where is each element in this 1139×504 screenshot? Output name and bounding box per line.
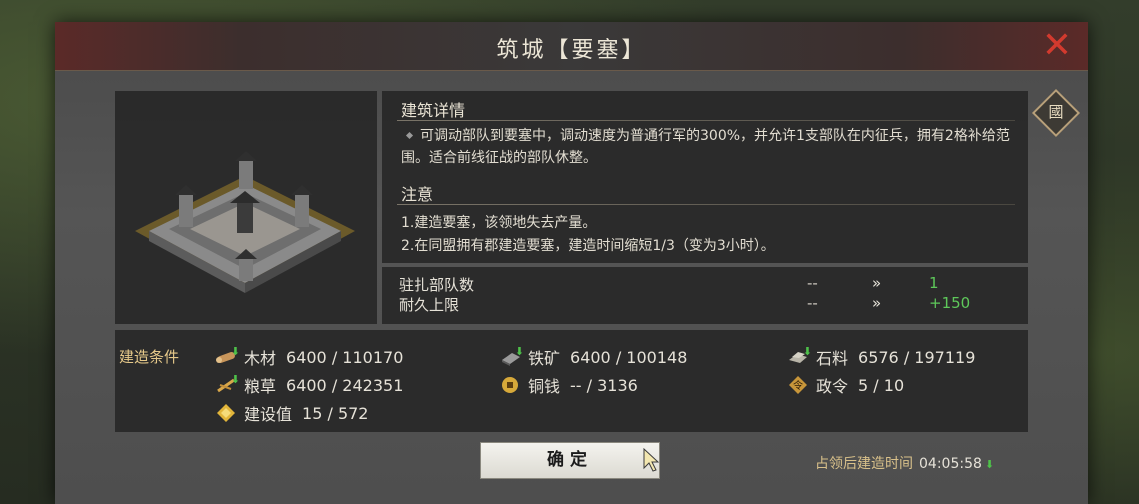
stat-row-garrison: 驻扎部队数 -- » 1 [399, 274, 1019, 294]
arrow-down-icon: ⬇ [230, 345, 240, 358]
arrow-down-icon: ⬇ [514, 345, 524, 358]
build-requirements-panel: 建造条件 ⬇ 木材 6400 / 110170 ⬇ 铁矿 6400 / 1001… [115, 330, 1028, 432]
requirement-coin: 铜钱 -- / 3136 [500, 373, 638, 397]
resource-name: 铜钱 [528, 377, 561, 396]
requirement-wood: ⬇ 木材 6400 / 110170 [216, 345, 403, 369]
resource-name: 铁矿 [528, 349, 561, 368]
requirement-decree: 令 政令 5 / 10 [788, 373, 904, 397]
resource-name: 建设值 [244, 405, 293, 424]
build-fortress-dialog: 筑城【要塞】 ✕ 建筑详情 可调动部队到要塞中，调动速度为普通行军的300%，并… [55, 22, 1088, 504]
stat-label: 驻扎部队数 [399, 276, 475, 294]
note-line-2: 2.在同盟拥有郡建造要塞，建造时间缩短1/3（变为3小时）。 [401, 238, 775, 254]
stats-panel: 驻扎部队数 -- » 1 耐久上限 -- » +150 [382, 267, 1028, 324]
stat-arrow: » [872, 274, 882, 292]
wood-icon: ⬇ [216, 345, 240, 366]
timer-label: 占领后建造时间 [815, 456, 913, 472]
requirements-title: 建造条件 [119, 348, 180, 366]
stat-new-value: +150 [929, 294, 971, 312]
close-icon[interactable]: ✕ [1040, 28, 1074, 64]
resource-value: 6400 / 242351 [286, 375, 404, 395]
requirement-stone: ⬇ 石料 6576 / 197119 [788, 345, 975, 369]
cursor-icon [643, 448, 659, 472]
resource-value: 5 / 10 [858, 375, 905, 395]
note-heading: 注意 [401, 185, 434, 204]
stat-old-value: -- [807, 274, 818, 292]
resource-name: 粮草 [244, 377, 277, 396]
svg-text:令: 令 [793, 379, 803, 392]
resource-name: 政令 [816, 377, 849, 396]
iron-icon: ⬇ [500, 345, 524, 366]
resource-name: 木材 [244, 349, 277, 368]
divider [397, 204, 1015, 205]
nation-icon: 國 [1048, 103, 1064, 121]
resource-value: 6576 / 197119 [858, 347, 976, 367]
arrow-down-icon: ⬇ [802, 345, 812, 358]
arrow-down-icon: ⬇ [984, 458, 995, 471]
requirement-grain: ⬇ 粮草 6400 / 242351 [216, 373, 403, 397]
nation-button[interactable]: 國 [1031, 88, 1081, 138]
requirement-iron: ⬇ 铁矿 6400 / 100148 [500, 345, 687, 369]
detail-text: 可调动部队到要塞中，调动速度为普通行军的300%，并允许1支部队在内征兵，拥有2… [401, 128, 1010, 166]
resource-value: -- / 3136 [570, 375, 638, 395]
resource-value: 15 / 572 [302, 403, 369, 423]
timer-value: 04:05:58 [919, 456, 982, 472]
fortress-illustration [135, 151, 355, 293]
dialog-titlebar: 筑城【要塞】 ✕ [55, 22, 1088, 71]
dialog-title: 筑城【要塞】 [496, 38, 647, 63]
stat-label: 耐久上限 [399, 296, 460, 314]
requirement-build-points: 建设值 15 / 572 [216, 401, 368, 425]
resource-name: 石料 [816, 349, 849, 368]
detail-heading: 建筑详情 [401, 101, 466, 120]
fortress-image-panel [115, 91, 377, 324]
stone-icon: ⬇ [788, 345, 812, 366]
coin-icon [500, 376, 522, 394]
stat-old-value: -- [807, 294, 818, 312]
stat-new-value: 1 [929, 274, 939, 292]
note-line-1: 1.建造要塞，该领地失去产量。 [401, 215, 597, 231]
arrow-down-icon: ⬇ [230, 373, 240, 386]
divider [397, 120, 1015, 121]
bullet-icon [405, 131, 414, 139]
resource-value: 6400 / 100148 [570, 347, 688, 367]
confirm-button[interactable]: 确定 [480, 442, 660, 479]
resource-value: 6400 / 110170 [286, 347, 404, 367]
build-time: 占领后建造时间 04:05:58 ⬇ [815, 453, 994, 473]
stat-row-durability: 耐久上限 -- » +150 [399, 294, 1019, 314]
decree-icon: 令 [788, 376, 810, 394]
grain-icon: ⬇ [216, 373, 240, 394]
building-detail-panel: 建筑详情 可调动部队到要塞中，调动速度为普通行军的300%，并允许1支部队在内征… [382, 91, 1028, 263]
build-points-icon [216, 404, 238, 422]
stat-arrow: » [872, 294, 882, 312]
detail-description: 可调动部队到要塞中，调动速度为普通行军的300%，并允许1支部队在内征兵，拥有2… [401, 125, 1021, 169]
